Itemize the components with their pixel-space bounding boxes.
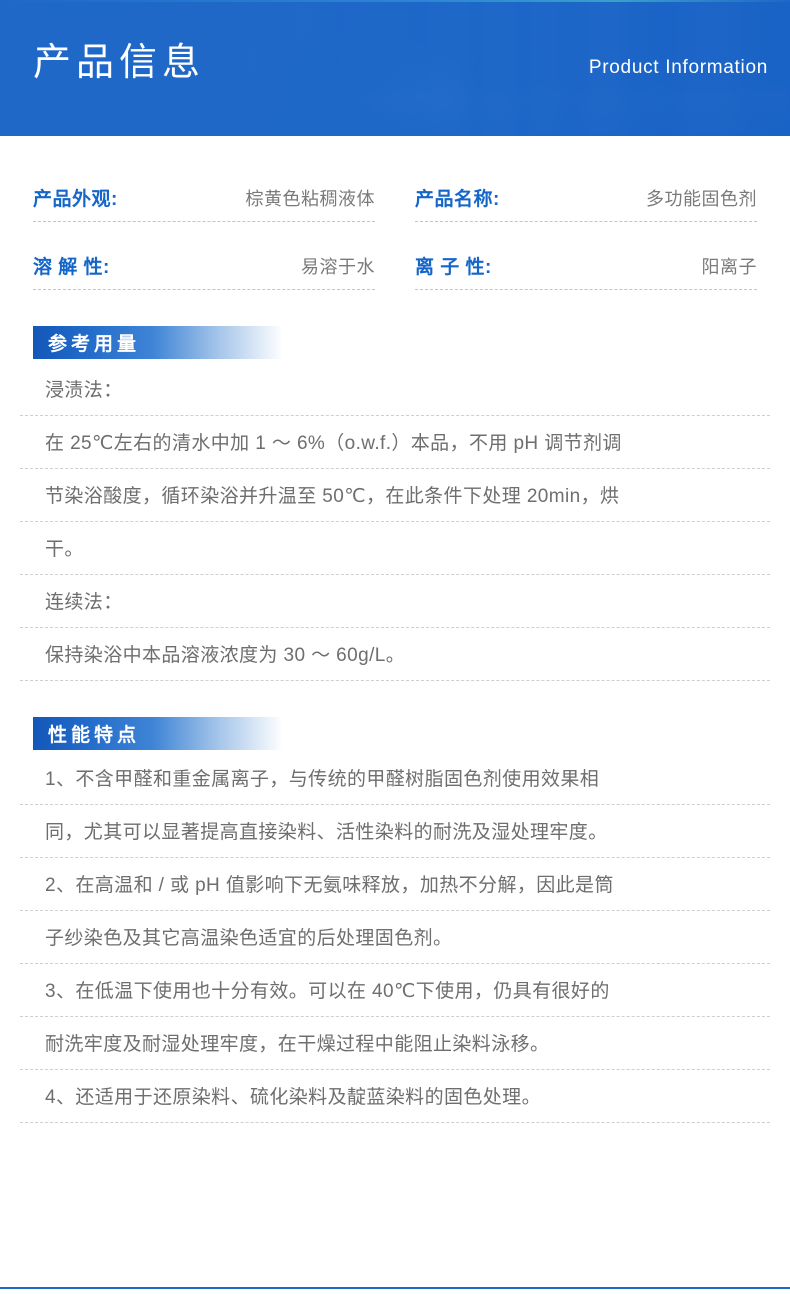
text-line: 子纱染色及其它高温染色适宜的后处理固色剂。	[20, 923, 770, 964]
property-value: 多功能固色剂	[646, 189, 757, 209]
text-line: 节染浴酸度，循环染浴并升温至 50℃，在此条件下处理 20min，烘	[20, 481, 770, 522]
page-title: 产品信息	[33, 42, 206, 84]
text-line: 1、不含甲醛和重金属离子，与传统的甲醛树脂固色剂使用效果相	[20, 764, 770, 805]
page-header-banner: 产品信息 Product Information	[0, 0, 790, 136]
property-value: 阳离子	[701, 257, 757, 277]
section-reference-dosage: 参考用量 浸渍法： 在 25℃左右的清水中加 1 ～ 6%（o.w.f.）本品，…	[0, 326, 790, 681]
text-line: 4、还适用于还原染料、硫化染料及靛蓝染料的固色处理。	[20, 1082, 770, 1123]
section-heading-text: 参考用量	[48, 334, 141, 355]
property-label: 溶 解 性:	[33, 257, 110, 278]
footer-divider-line	[0, 1287, 790, 1289]
section-performance-features: 性能特点 1、不含甲醛和重金属离子，与传统的甲醛树脂固色剂使用效果相 同，尤其可…	[0, 717, 790, 1123]
property-row: 离 子 性: 阳离子	[415, 252, 757, 290]
property-value: 易溶于水	[301, 257, 375, 277]
page-title-english: Product Information	[588, 57, 768, 78]
text-line: 干。	[20, 534, 770, 575]
text-line: 同，尤其可以显著提高直接染料、活性染料的耐洗及湿处理牢度。	[20, 817, 770, 858]
text-line: 连续法：	[20, 587, 770, 628]
text-line: 2、在高温和 / 或 pH 值影响下无氨味释放，加热不分解，因此是筒	[20, 870, 770, 911]
property-row: 溶 解 性: 易溶于水	[33, 252, 375, 290]
property-label: 产品外观:	[33, 189, 118, 210]
section-body: 浸渍法： 在 25℃左右的清水中加 1 ～ 6%（o.w.f.）本品，不用 pH…	[20, 375, 770, 681]
banner-top-accent-line	[0, 0, 790, 2]
property-row: 产品名称: 多功能固色剂	[415, 184, 757, 222]
product-properties-grid: 产品外观: 棕黄色粘稠液体 产品名称: 多功能固色剂 溶 解 性: 易溶于水 离…	[33, 184, 757, 290]
property-label: 产品名称:	[415, 189, 500, 210]
text-line: 在 25℃左右的清水中加 1 ～ 6%（o.w.f.）本品，不用 pH 调节剂调	[20, 428, 770, 469]
property-value: 棕黄色粘稠液体	[245, 189, 375, 209]
section-heading-bar: 参考用量	[33, 326, 283, 359]
section-heading-text: 性能特点	[48, 725, 141, 746]
text-line: 浸渍法：	[20, 375, 770, 416]
text-line: 保持染浴中本品溶液浓度为 30 ～ 60g/L。	[20, 640, 770, 681]
property-label: 离 子 性:	[415, 257, 492, 278]
section-heading-bar: 性能特点	[33, 717, 283, 750]
section-body: 1、不含甲醛和重金属离子，与传统的甲醛树脂固色剂使用效果相 同，尤其可以显著提高…	[20, 764, 770, 1123]
text-line: 耐洗牢度及耐湿处理牢度，在干燥过程中能阻止染料泳移。	[20, 1029, 770, 1070]
text-line: 3、在低温下使用也十分有效。可以在 40℃下使用，仍具有很好的	[20, 976, 770, 1017]
property-row: 产品外观: 棕黄色粘稠液体	[33, 184, 375, 222]
